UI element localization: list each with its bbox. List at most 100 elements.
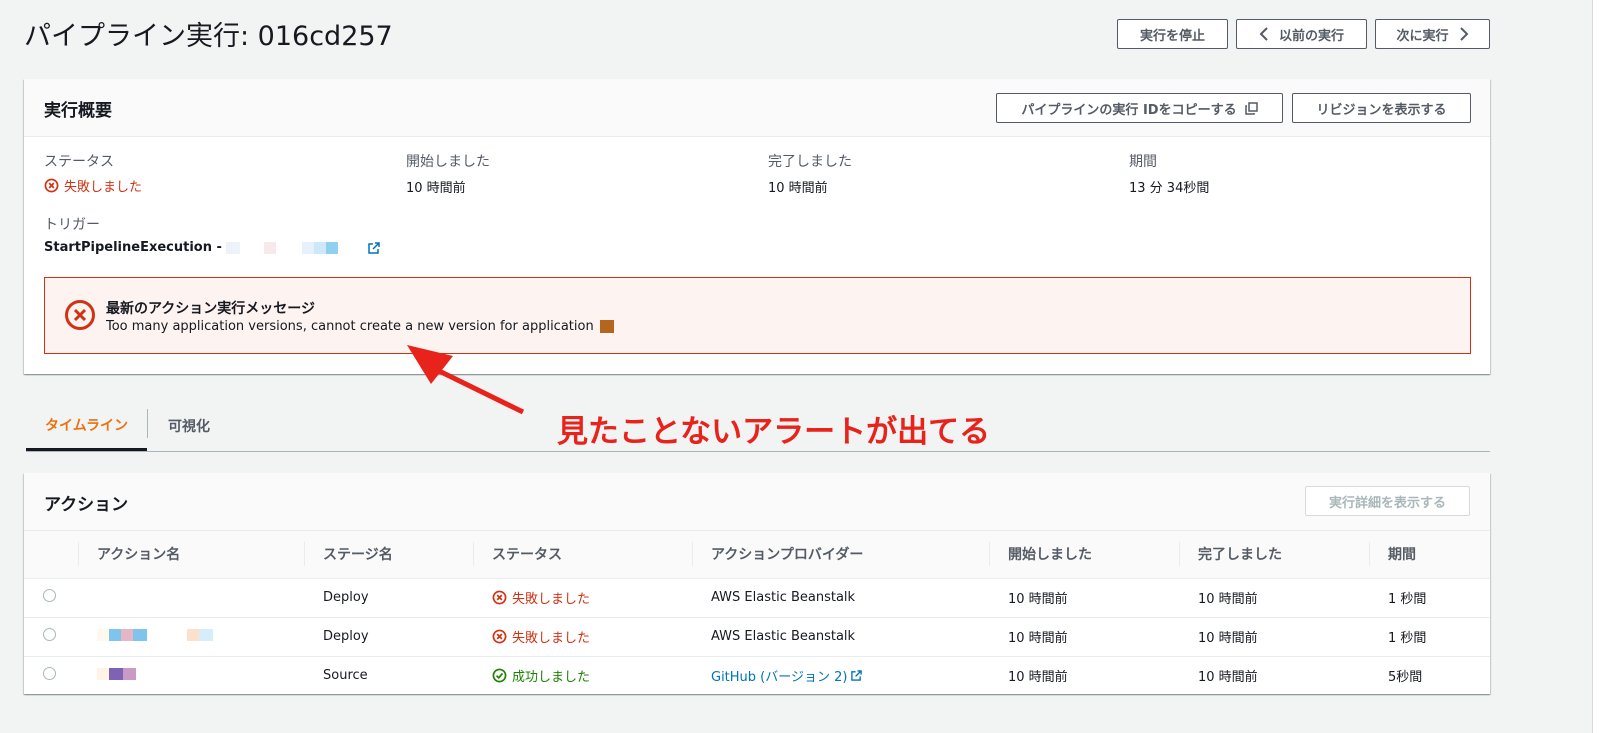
started-value: 10 時間前 <box>406 181 466 196</box>
show-revision-button[interactable]: リビジョンを表示する <box>1292 93 1471 123</box>
stage-name-cell: Deploy <box>304 617 473 657</box>
summary-title: 実行概要 <box>44 101 112 121</box>
duration-value: 13 分 34秒間 <box>1129 181 1210 196</box>
status-value: 失敗しました <box>44 176 142 195</box>
row-radio[interactable] <box>43 589 56 602</box>
duration-cell: 1 秒間 <box>1369 578 1490 618</box>
trigger-value-text: StartPipelineExecution - <box>44 240 222 255</box>
trigger-label: トリガー <box>44 217 100 233</box>
status-cell: 成功しました <box>473 656 692 695</box>
column-header-provider[interactable]: アクションプロバイダー <box>692 531 989 579</box>
table-row[interactable]: Deploy 失敗しました AWS Elastic Beanstalk 10 時… <box>24 578 1490 618</box>
duration-cell: 5秒間 <box>1388 670 1423 686</box>
summary-header: 実行概要 パイプラインの実行 IDをコピーする リビジョンを表示する <box>24 79 1490 137</box>
external-link-icon <box>851 670 863 682</box>
completed-cell: 10 時間前 <box>1179 617 1369 657</box>
column-header-status[interactable]: ステータス <box>473 531 692 579</box>
status-cell: 失敗しました <box>473 617 692 657</box>
error-circle-icon <box>64 299 96 331</box>
alert-message-text: Too many application versions, cannot cr… <box>106 319 594 334</box>
status-text: 失敗しました <box>512 592 591 607</box>
column-header-action-name[interactable]: アクション名 <box>78 531 304 579</box>
status-text: 失敗しました <box>512 631 591 646</box>
tab-visualization-label: 可視化 <box>168 419 210 435</box>
select-column-header <box>24 531 78 579</box>
row-radio[interactable] <box>43 667 56 681</box>
redacted-action-name <box>97 628 213 641</box>
status-text: 成功しました <box>512 670 591 686</box>
tab-visualization[interactable]: 可視化 <box>168 402 210 450</box>
stop-execution-label: 実行を停止 <box>1139 28 1205 44</box>
github-provider-link[interactable]: GitHub (バージョン 2) <box>711 666 863 686</box>
tab-timeline-label: タイムライン <box>44 418 129 434</box>
previous-execution-button[interactable]: 以前の実行 <box>1236 19 1367 49</box>
column-header-completed[interactable]: 完了しました <box>1179 531 1369 579</box>
alert-title: 最新のアクション実行メッセージ <box>106 301 316 317</box>
trigger-value: StartPipelineExecution - <box>44 240 380 255</box>
column-header-stage-name[interactable]: ステージ名 <box>304 531 473 579</box>
right-scroll-strip <box>1592 0 1615 733</box>
previous-execution-label: 以前の実行 <box>1278 28 1344 44</box>
stage-name-cell: Source <box>323 668 368 684</box>
provider-cell: AWS Elastic Beanstalk <box>692 578 989 618</box>
stage-name-cell: Deploy <box>304 578 473 618</box>
error-circle-icon <box>44 178 59 193</box>
action-name-cell <box>78 617 304 657</box>
tab-divider <box>147 409 148 438</box>
provider-cell[interactable]: GitHub (バージョン 2) <box>692 656 989 695</box>
actions-header: アクション 実行詳細を表示する <box>24 473 1490 531</box>
action-name-cell <box>78 578 304 618</box>
table-row[interactable]: Source 成功しました GitHub (バージョン 2) 10 時間前 10… <box>24 656 1490 695</box>
row-select[interactable] <box>24 578 78 618</box>
error-circle-icon <box>492 629 507 644</box>
view-execution-details-button[interactable]: 実行詳細を表示する <box>1305 486 1470 516</box>
duration-label: 期間 <box>1129 154 1157 170</box>
actions-table: アクション名 ステージ名 ステータス アクションプロバイダー 開始しました 完了… <box>24 531 1490 695</box>
redacted-trigger-id <box>225 241 338 254</box>
provider-cell: AWS Elastic Beanstalk <box>692 617 989 657</box>
duration-cell: 1 秒間 <box>1369 617 1490 657</box>
completed-cell: 10 時間前 <box>1198 670 1258 686</box>
success-check-icon <box>492 668 507 683</box>
next-execution-button[interactable]: 次に実行 <box>1375 19 1490 49</box>
actions-panel: アクション 実行詳細を表示する アクション名 ステージ名 ステータス アクション… <box>24 473 1490 694</box>
completed-label: 完了しました <box>768 154 852 170</box>
table-header-row: アクション名 ステージ名 ステータス アクションプロバイダー 開始しました 完了… <box>24 531 1490 579</box>
column-header-started[interactable]: 開始しました <box>989 531 1179 579</box>
view-execution-details-label: 実行詳細を表示する <box>1328 495 1446 511</box>
completed-value: 10 時間前 <box>768 181 828 196</box>
table-row[interactable]: Deploy 失敗しました AWS Elastic Beanstalk 10 時… <box>24 617 1490 657</box>
actions-title: アクション <box>44 495 129 515</box>
provider-link-text: GitHub (バージョン 2) <box>711 670 848 686</box>
tab-bar: タイムライン 可視化 <box>26 402 1490 452</box>
stop-execution-button[interactable]: 実行を停止 <box>1117 19 1228 49</box>
status-label: ステータス <box>44 154 114 170</box>
tab-timeline[interactable]: タイムライン <box>26 402 147 451</box>
status-cell: 失敗しました <box>473 578 692 618</box>
external-link-icon[interactable] <box>368 241 380 254</box>
started-cell: 10 時間前 <box>989 578 1179 618</box>
page-title: パイプライン実行: 016cd257 <box>24 21 393 52</box>
latest-action-message-alert: 最新のアクション実行メッセージ Too many application ver… <box>44 277 1471 354</box>
started-cell: 10 時間前 <box>1008 670 1068 686</box>
chevron-left-icon <box>1259 27 1269 41</box>
row-select[interactable] <box>24 656 78 695</box>
chevron-right-icon <box>1459 27 1469 41</box>
copy-execution-id-label: パイプラインの実行 IDをコピーする <box>1021 102 1237 118</box>
copy-execution-id-button[interactable]: パイプラインの実行 IDをコピーする <box>996 93 1283 123</box>
completed-cell: 10 時間前 <box>1179 578 1369 618</box>
redacted-action-name <box>97 590 217 602</box>
redacted-action-name <box>97 667 136 680</box>
next-execution-label: 次に実行 <box>1396 28 1449 44</box>
copy-icon <box>1244 101 1258 115</box>
alert-message: Too many application versions, cannot cr… <box>106 319 614 334</box>
started-label: 開始しました <box>406 154 490 170</box>
action-name-cell <box>78 656 304 695</box>
redacted-application-name <box>599 320 614 333</box>
row-select[interactable] <box>24 617 78 657</box>
started-cell: 10 時間前 <box>989 617 1179 657</box>
status-value-text: 失敗しました <box>64 180 143 195</box>
row-radio[interactable] <box>43 628 56 641</box>
show-revision-label: リビジョンを表示する <box>1316 102 1447 118</box>
column-header-duration[interactable]: 期間 <box>1369 531 1490 579</box>
